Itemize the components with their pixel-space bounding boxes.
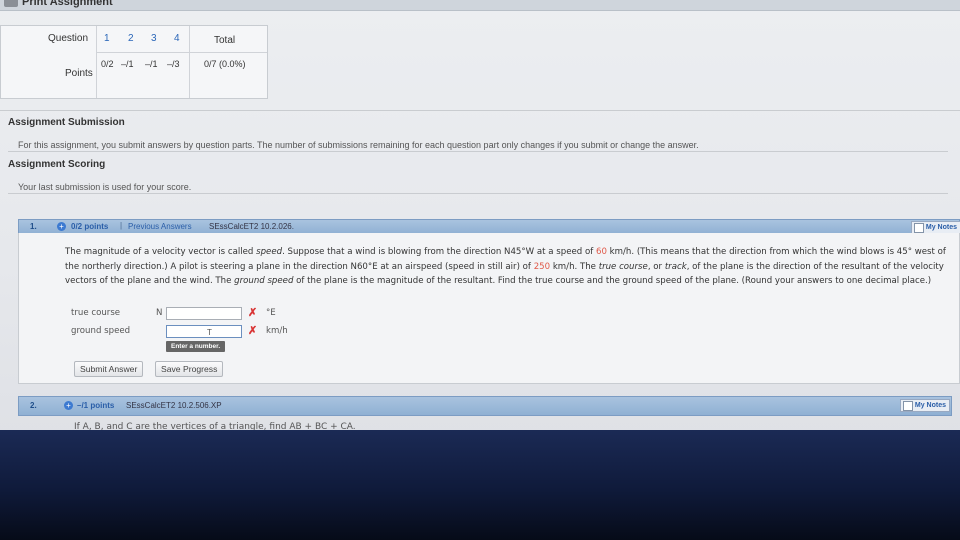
score-cell-3: –/1	[145, 59, 158, 69]
print-assignment-label: Print Assignment	[22, 0, 113, 8]
question-code: SEssCalcET2 10.2.026.	[209, 222, 294, 231]
scoring-title: Assignment Scoring	[8, 159, 106, 170]
question-header: Question	[48, 33, 89, 44]
ground-speed-input[interactable]: T	[166, 325, 242, 338]
question-2-header: 2. + –/1 points SEssCalcET2 10.2.506.XP …	[18, 396, 952, 416]
true-course-input[interactable]	[166, 307, 242, 320]
wind-speed-value: 60	[596, 247, 607, 257]
score-table: Question Points 1 2 3 4 0/2 –/1 –/1 –/3 …	[0, 25, 268, 99]
points-link[interactable]: –/1 points	[77, 401, 114, 410]
question-link-1[interactable]: 1	[104, 33, 110, 44]
score-cell-4: –/3	[167, 59, 180, 69]
print-assignment-link[interactable]: Print Assignment	[4, 0, 113, 8]
enter-number-tooltip: Enter a number.	[166, 341, 226, 352]
question-link-4[interactable]: 4	[174, 33, 180, 44]
incorrect-x-icon: ✗	[248, 307, 258, 319]
total-header: Total	[214, 35, 236, 46]
scoring-text: Your last submission is used for your sc…	[18, 182, 192, 192]
total-value: 0/7 (0.0%)	[204, 59, 246, 69]
question-number: 2.	[30, 401, 37, 410]
true-course-prefix: N	[156, 308, 163, 318]
question-number: 1.	[30, 222, 37, 231]
question-1-body: The magnitude of a velocity vector is ca…	[18, 233, 960, 384]
points-link[interactable]: 0/2 points	[71, 222, 108, 231]
my-notes-checkbox[interactable]	[902, 401, 913, 411]
my-notes-checkbox[interactable]	[913, 223, 924, 233]
separator: |	[120, 221, 123, 230]
monitor-bezel	[0, 430, 960, 540]
problem-text: The magnitude of a velocity vector is ca…	[65, 247, 946, 286]
question-code: SEssCalcET2 10.2.506.XP	[126, 401, 222, 410]
score-table-label-column: Question Points	[1, 26, 97, 98]
question-link-2[interactable]: 2	[128, 33, 134, 44]
total-divider	[189, 26, 190, 98]
submit-answer-button[interactable]: Submit Answer	[74, 361, 144, 377]
question-link-3[interactable]: 3	[151, 33, 157, 44]
submission-title: Assignment Submission	[8, 117, 125, 128]
printer-icon	[4, 0, 18, 7]
divider	[8, 151, 948, 152]
score-cell-2: –/1	[121, 59, 134, 69]
points-header: Points	[65, 68, 93, 79]
my-notes-label: My Notes	[914, 402, 946, 409]
true-course-label: true course	[71, 308, 121, 318]
ground-speed-unit: km/h	[266, 326, 288, 336]
webassign-page: Print Assignment Question Points 1 2 3 4…	[0, 0, 960, 435]
divider	[0, 110, 960, 111]
score-header-row	[97, 26, 267, 53]
submission-text: For this assignment, you submit answers …	[18, 140, 699, 150]
score-cell-1: 0/2	[101, 59, 114, 69]
save-progress-button[interactable]: Save Progress	[155, 361, 224, 377]
expand-plus-icon[interactable]: +	[64, 401, 73, 410]
expand-plus-icon[interactable]: +	[57, 222, 66, 231]
top-bar: Print Assignment	[0, 0, 960, 11]
true-course-unit: °E	[266, 308, 276, 318]
incorrect-x-icon: ✗	[248, 325, 258, 337]
my-notes-label: My Notes	[925, 224, 957, 231]
airspeed-value: 250	[533, 261, 551, 272]
divider	[8, 193, 948, 194]
previous-answers-link[interactable]: Previous Answers	[128, 222, 192, 231]
my-notes-toggle[interactable]: My Notes	[899, 399, 950, 412]
ground-speed-label: ground speed	[71, 326, 131, 336]
